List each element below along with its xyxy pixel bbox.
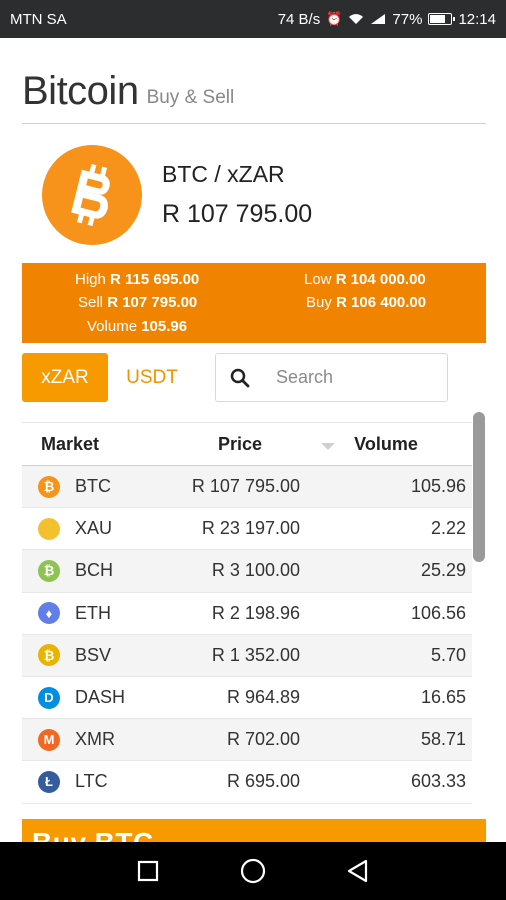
table-row[interactable]: ₿ BSV R 1 352.00 5.70	[22, 634, 472, 677]
row-market: XMR	[75, 729, 115, 750]
search-box[interactable]	[215, 353, 448, 402]
column-header-price[interactable]: Price	[180, 434, 335, 455]
buy-section-title: Buy BTC	[32, 827, 154, 842]
status-icons: 74 B/s ⏰ 77% 12:14	[278, 11, 496, 28]
status-bar: MTN SA 74 B/s ⏰ 77% 12:14	[0, 0, 506, 38]
search-input[interactable]	[276, 367, 426, 388]
home-button[interactable]	[239, 857, 267, 885]
row-volume: 25.29	[420, 560, 466, 581]
column-header-volume[interactable]: Volume	[330, 434, 442, 455]
battery-icon	[428, 13, 456, 25]
app-header: Bitcoin Buy & Sell	[22, 68, 486, 124]
row-volume: 603.33	[410, 771, 466, 792]
monero-icon: M	[38, 728, 60, 751]
row-price: R 107 795.00	[191, 476, 300, 497]
litecoin-icon: Ł	[38, 770, 60, 793]
row-market: BTC	[75, 476, 111, 497]
recent-apps-button[interactable]	[134, 857, 162, 885]
wifi-icon	[349, 14, 364, 24]
row-price: R 23 197.00	[201, 518, 300, 539]
row-volume: 16.65	[420, 687, 466, 708]
table-row[interactable]: Ł LTC R 695.00 603.33	[22, 761, 472, 804]
stat-high: High R 115 695.00	[75, 271, 200, 288]
bitcoin-cash-icon: ₿	[38, 559, 60, 582]
row-price: R 695.00	[226, 771, 300, 792]
buy-section-header: Buy BTC	[22, 819, 486, 842]
row-price: R 1 352.00	[211, 644, 300, 665]
table-header: Market Price Volume	[22, 422, 472, 466]
row-market: DASH	[75, 687, 126, 708]
page-subtitle: Buy & Sell	[146, 87, 235, 108]
row-market: LTC	[75, 771, 108, 792]
back-triangle-icon	[348, 859, 368, 883]
row-volume: 5.70	[430, 644, 466, 665]
bitcoin-logo-icon	[42, 145, 142, 245]
market-stats: High R 115 695.00 Sell R 107 795.00 Volu…	[22, 263, 486, 343]
table-row[interactable]: M XMR R 702.00 58.71	[22, 719, 472, 762]
market-controls: xZAR USDT	[22, 353, 486, 403]
back-button[interactable]	[344, 857, 372, 885]
column-header-market[interactable]: Market	[22, 434, 180, 455]
network-speed: 74 B/s	[277, 10, 321, 28]
row-market: XAU	[75, 518, 113, 539]
tab-usdt[interactable]: USDT	[110, 353, 194, 402]
row-price: R 964.89	[226, 687, 300, 708]
row-volume: 106.56	[410, 602, 466, 623]
row-market: BSV	[75, 644, 112, 665]
circle-icon	[240, 858, 266, 884]
gold-coins-icon	[38, 517, 60, 540]
bitcoin-sv-icon: ₿	[38, 644, 60, 667]
market-table: Market Price Volume ₿ BTC R 107 795.00 105.…	[22, 422, 472, 822]
table-row[interactable]: D DASH R 964.89 16.65	[22, 677, 472, 720]
battery-percent: 77%	[392, 10, 423, 28]
scrollbar[interactable]	[473, 412, 485, 562]
signal-icon	[371, 14, 386, 24]
bitcoin-icon: ₿	[38, 475, 60, 498]
navigation-bar	[0, 842, 506, 900]
row-market: ETH	[75, 602, 111, 623]
row-price: R 2 198.96	[211, 602, 300, 623]
stat-buy: Buy R 106 400.00	[306, 294, 427, 311]
table-row[interactable]: XAU R 23 197.00 2.22	[22, 508, 472, 551]
row-volume: 105.96	[410, 476, 466, 497]
page-title: Bitcoin	[22, 69, 139, 113]
table-row[interactable]: ♦ ETH R 2 198.96 106.56	[22, 593, 472, 635]
sort-caret-icon	[321, 442, 335, 450]
alarm-icon: ⏰	[326, 11, 343, 26]
stat-low: Low R 104 000.00	[304, 271, 426, 288]
table-row[interactable]: ₿ BCH R 3 100.00 25.29	[22, 550, 472, 593]
search-icon	[230, 368, 250, 387]
market-pair: BTC / xZAR	[162, 161, 285, 187]
row-volume: 58.71	[420, 729, 466, 750]
ticker-summary: BTC / xZAR R 107 795.00	[42, 145, 482, 245]
row-market: BCH	[75, 560, 114, 581]
table-body: ₿ BTC R 107 795.00 105.96 XAU R 23 197.00 2.22…	[22, 466, 472, 804]
square-icon	[137, 860, 158, 882]
tab-xzar[interactable]: xZAR	[22, 353, 108, 402]
row-price: R 702.00	[226, 729, 300, 750]
ethereum-icon: ♦	[38, 602, 60, 625]
carrier-label: MTN SA	[10, 10, 67, 28]
clock: 12:14	[458, 10, 496, 28]
row-price: R 3 100.00	[211, 560, 300, 581]
stat-volume: Volume 105.96	[87, 318, 188, 335]
stat-sell: Sell R 107 795.00	[78, 294, 198, 311]
table-row[interactable]: ₿ BTC R 107 795.00 105.96	[22, 466, 472, 509]
dash-icon: D	[38, 686, 60, 709]
row-volume: 2.22	[430, 518, 466, 539]
current-price: R 107 795.00	[162, 200, 313, 228]
